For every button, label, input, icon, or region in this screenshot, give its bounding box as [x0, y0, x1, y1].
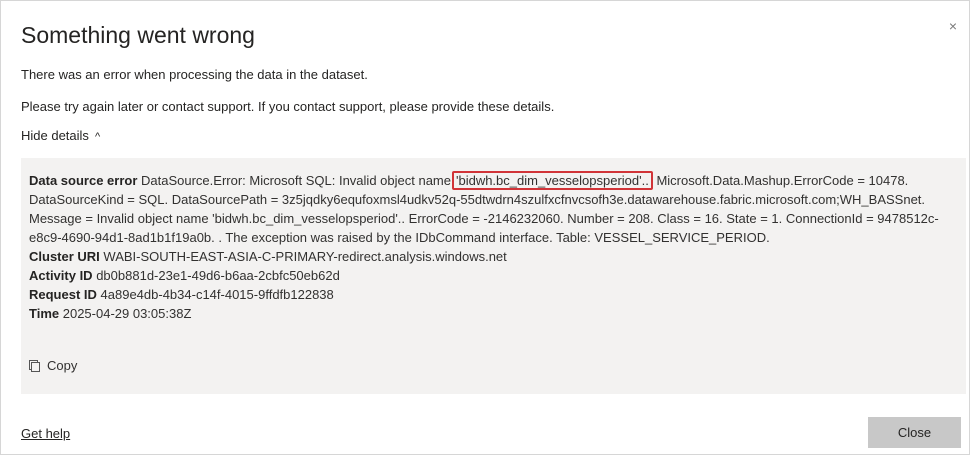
- error-dialog: × Something went wrong There was an erro…: [0, 0, 970, 455]
- data-source-error-row: Data source error DataSource.Error: Micr…: [29, 171, 958, 247]
- time-value: 2025-04-29 03:05:38Z: [62, 306, 192, 321]
- hide-details-label: Hide details: [21, 128, 89, 143]
- activity-id-row: Activity ID db0b881d-23e1-49d6-b6aa-2cbf…: [29, 266, 958, 285]
- error-message: There was an error when processing the d…: [21, 67, 368, 82]
- copy-button[interactable]: Copy: [29, 356, 77, 375]
- error-details-panel: Data source error DataSource.Error: Micr…: [21, 158, 966, 394]
- request-id-label: Request ID: [29, 287, 97, 302]
- request-id-value: 4a89e4db-4b34-c14f-4015-9ffdfb122838: [100, 287, 334, 302]
- copy-icon: [29, 360, 40, 372]
- chevron-up-icon: ^: [94, 131, 101, 143]
- get-help-link[interactable]: Get help: [21, 426, 70, 441]
- close-icon[interactable]: ×: [949, 19, 957, 33]
- highlighted-object-name: 'bidwh.bc_dim_vesselopsperiod'..: [451, 171, 653, 190]
- data-source-error-prefix: DataSource.Error: Microsoft SQL: Invalid…: [141, 173, 451, 188]
- request-id-row: Request ID 4a89e4db-4b34-c14f-4015-9ffdf…: [29, 285, 958, 304]
- hide-details-toggle[interactable]: Hide details ^: [21, 128, 100, 143]
- cluster-uri-row: Cluster URI WABI-SOUTH-EAST-ASIA-C-PRIMA…: [29, 247, 958, 266]
- support-message: Please try again later or contact suppor…: [21, 99, 555, 114]
- activity-id-label: Activity ID: [29, 268, 93, 283]
- copy-label: Copy: [47, 358, 78, 373]
- close-button[interactable]: Close: [868, 417, 961, 448]
- data-source-error-label: Data source error: [29, 173, 138, 188]
- activity-id-value: db0b881d-23e1-49d6-b6aa-2cbfc50eb62d: [96, 268, 340, 283]
- time-label: Time: [29, 306, 60, 321]
- dialog-title: Something went wrong: [21, 22, 255, 48]
- cluster-uri-value: WABI-SOUTH-EAST-ASIA-C-PRIMARY-redirect.…: [103, 249, 507, 264]
- time-row: Time 2025-04-29 03:05:38Z: [29, 304, 958, 323]
- cluster-uri-label: Cluster URI: [29, 249, 100, 264]
